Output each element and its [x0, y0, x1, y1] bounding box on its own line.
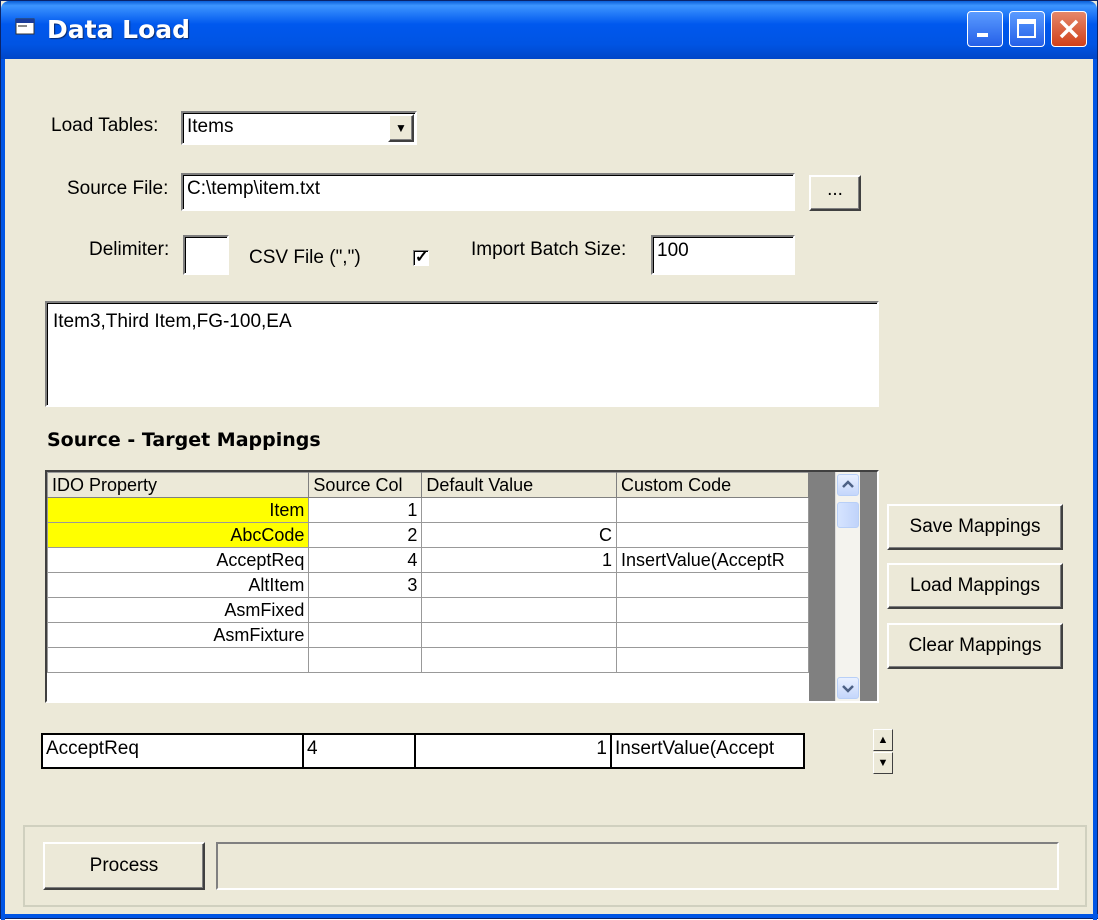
- import-batch-size-input[interactable]: 100: [651, 235, 795, 275]
- csv-file-label: CSV File (","): [249, 247, 361, 268]
- cell-code[interactable]: [616, 522, 809, 548]
- table-header-row: IDO Property Source Col Default Value Cu…: [47, 472, 809, 498]
- cell-source-col[interactable]: 2: [308, 522, 423, 548]
- edit-custom-code-field[interactable]: InsertValue(Accept: [610, 733, 805, 769]
- title-bar[interactable]: Data Load: [1, 1, 1097, 59]
- cell-source-col[interactable]: 3: [308, 572, 423, 598]
- checkmark-icon: ✓: [415, 249, 429, 266]
- cell-source-col[interactable]: [308, 597, 423, 623]
- cell-property[interactable]: AltItem: [47, 572, 310, 598]
- cell-source-col[interactable]: 1: [308, 497, 423, 523]
- move-row-down-button[interactable]: ▼: [873, 752, 893, 774]
- cell-property[interactable]: AsmFixed: [47, 597, 310, 623]
- column-header-custom-code[interactable]: Custom Code: [616, 472, 809, 498]
- file-preview-textarea[interactable]: Item3,Third Item,FG-100,EA: [45, 301, 879, 407]
- table-row[interactable]: AltItem 3: [47, 572, 809, 598]
- cell-code[interactable]: [616, 497, 809, 523]
- cell-code[interactable]: [616, 622, 809, 648]
- load-tables-value: Items: [187, 116, 234, 137]
- mappings-grid: IDO Property Source Col Default Value Cu…: [45, 470, 879, 703]
- cell-code[interactable]: [616, 572, 809, 598]
- app-window-icon: [15, 18, 35, 35]
- source-file-label: Source File:: [67, 178, 169, 199]
- cell-property[interactable]: AcceptReq: [47, 547, 310, 573]
- move-row-up-button[interactable]: ▲: [873, 729, 893, 751]
- scroll-thumb[interactable]: [837, 502, 859, 528]
- window-title: Data Load: [47, 15, 191, 44]
- process-button[interactable]: Process: [43, 842, 205, 890]
- status-panel: [216, 842, 1059, 890]
- maximize-icon: [1017, 19, 1036, 38]
- column-header-default-value[interactable]: Default Value: [421, 472, 618, 498]
- triangle-up-icon: ▲: [877, 734, 889, 746]
- table-row[interactable]: Item 1: [47, 497, 809, 523]
- import-batch-size-label: Import Batch Size:: [471, 239, 627, 260]
- cell-property[interactable]: Item: [47, 497, 310, 523]
- window-frame-left: [1, 59, 5, 920]
- cell-code[interactable]: [616, 647, 809, 673]
- mappings-section-title: Source - Target Mappings: [47, 429, 321, 451]
- edit-default-value-field[interactable]: 1: [414, 733, 612, 769]
- edit-source-col-field[interactable]: 4: [302, 733, 416, 769]
- edit-property-field[interactable]: AcceptReq: [41, 733, 304, 769]
- table-row[interactable]: AsmFixed: [47, 597, 809, 623]
- source-file-value: C:\temp\item.txt: [187, 178, 321, 199]
- delimiter-input[interactable]: [183, 235, 229, 275]
- cell-source-col[interactable]: [308, 647, 423, 673]
- chevron-up-icon: [842, 480, 854, 488]
- load-mappings-button[interactable]: Load Mappings: [887, 563, 1063, 609]
- delimiter-label: Delimiter:: [89, 239, 170, 260]
- cell-default[interactable]: [421, 597, 618, 623]
- csv-file-checkbox[interactable]: ✓: [413, 249, 429, 266]
- cell-default[interactable]: [421, 622, 618, 648]
- column-header-source-col[interactable]: Source Col: [308, 472, 423, 498]
- table-row[interactable]: AcceptReq 4 1 InsertValue(AcceptR: [47, 547, 809, 573]
- data-load-window: Data Load Load Tables: Items ▼ Source Fi…: [0, 0, 1098, 920]
- cell-default[interactable]: 1: [421, 547, 618, 573]
- load-tables-dropdown-button[interactable]: ▼: [388, 114, 414, 142]
- mappings-table: IDO Property Source Col Default Value Cu…: [47, 472, 809, 673]
- table-row[interactable]: AsmFixture: [47, 622, 809, 648]
- cell-default[interactable]: C: [421, 522, 618, 548]
- triangle-down-icon: ▼: [877, 757, 889, 769]
- cell-property[interactable]: [47, 647, 310, 673]
- load-tables-select[interactable]: Items: [181, 111, 417, 145]
- chevron-down-icon: ▼: [395, 121, 407, 135]
- scroll-up-button[interactable]: [837, 474, 859, 496]
- cell-default[interactable]: [421, 647, 618, 673]
- cell-code[interactable]: InsertValue(AcceptR: [616, 547, 809, 573]
- cell-default[interactable]: [421, 572, 618, 598]
- import-batch-size-value: 100: [657, 240, 689, 261]
- load-tables-label: Load Tables:: [51, 115, 159, 136]
- close-button[interactable]: [1051, 11, 1087, 47]
- cell-source-col[interactable]: 4: [308, 547, 423, 573]
- close-icon: [1059, 19, 1079, 39]
- minimize-button[interactable]: [967, 11, 1003, 47]
- save-mappings-button[interactable]: Save Mappings: [887, 504, 1063, 550]
- clear-mappings-button[interactable]: Clear Mappings: [887, 623, 1063, 669]
- table-row[interactable]: [47, 647, 809, 673]
- cell-default[interactable]: [421, 497, 618, 523]
- window-frame-right: [1093, 59, 1097, 920]
- cell-code[interactable]: [616, 597, 809, 623]
- maximize-button[interactable]: [1009, 11, 1045, 47]
- scroll-down-button[interactable]: [837, 677, 859, 699]
- cell-property[interactable]: AbcCode: [47, 522, 310, 548]
- cell-property[interactable]: AsmFixture: [47, 622, 310, 648]
- cell-source-col[interactable]: [308, 622, 423, 648]
- browse-button[interactable]: ...: [809, 175, 861, 211]
- chevron-down-icon: [842, 685, 854, 693]
- grid-vertical-scrollbar[interactable]: [835, 472, 860, 701]
- minimize-icon: [977, 33, 988, 37]
- source-file-input[interactable]: C:\temp\item.txt: [181, 173, 795, 211]
- column-header-ido-property[interactable]: IDO Property: [47, 472, 310, 498]
- table-row[interactable]: AbcCode 2 C: [47, 522, 809, 548]
- file-preview-text: Item3,Third Item,FG-100,EA: [53, 311, 292, 332]
- window-frame-bottom: [1, 914, 1098, 918]
